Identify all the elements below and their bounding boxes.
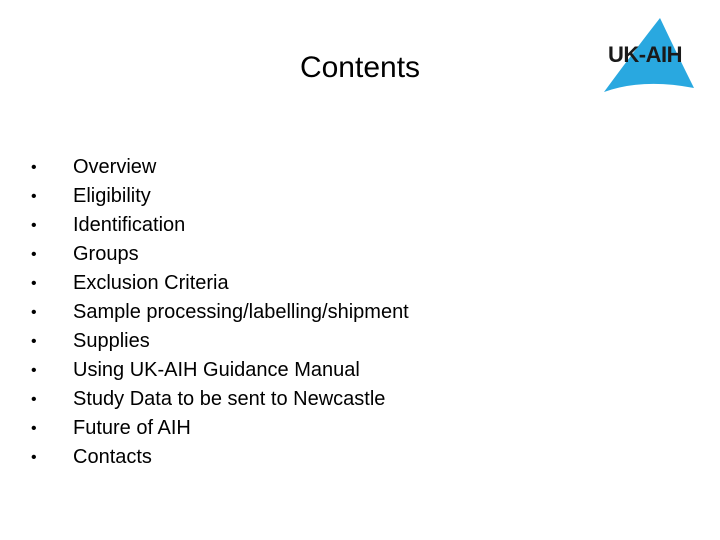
slide-title-text: Contents [299,51,421,84]
bullet-icon: • [31,361,37,379]
contents-list: • Overview • Eligibility • Identification •… [28,153,409,472]
list-item-label: Groups [73,243,139,265]
list-item: • Study Data to be sent to Newcastle [28,385,409,414]
list-item-label: Exclusion Criteria [73,272,229,294]
bullet-icon: • [31,245,37,263]
list-item: • Supplies [28,327,409,356]
bullet-icon: • [31,332,37,350]
logo-text: UK-AIH [608,42,683,67]
list-item: • Overview [28,153,409,182]
list-item-label: Study Data to be sent to Newcastle [73,388,386,410]
uk-aih-logo: UK-AIH [598,16,698,94]
list-item-label: Identification [73,214,186,236]
list-item-label: Using UK-AIH Guidance Manual [73,359,360,381]
list-item-label: Overview [73,156,157,178]
list-item-label: Supplies [73,330,150,352]
list-item: • Contacts [28,443,409,472]
list-item: • Exclusion Criteria [28,269,409,298]
list-item: • Groups [28,240,409,269]
bullet-icon: • [31,448,37,466]
list-item-label: Sample processing/labelling/shipment [73,301,409,323]
list-item: • Identification [28,211,409,240]
list-item-label: Future of AIH [73,417,191,439]
bullet-icon: • [31,390,37,408]
bullet-icon: • [31,216,37,234]
list-item-label: Eligibility [73,185,151,207]
list-item-label: Contacts [73,446,152,468]
bullet-icon: • [31,303,37,321]
list-item: • Using UK-AIH Guidance Manual [28,356,409,385]
bullet-icon: • [31,419,37,437]
bullet-icon: • [31,274,37,292]
bullet-icon: • [31,187,37,205]
bullet-icon: • [31,158,37,176]
list-item: • Sample processing/labelling/shipment [28,298,409,327]
list-item: • Eligibility [28,182,409,211]
list-item: • Future of AIH [28,414,409,443]
